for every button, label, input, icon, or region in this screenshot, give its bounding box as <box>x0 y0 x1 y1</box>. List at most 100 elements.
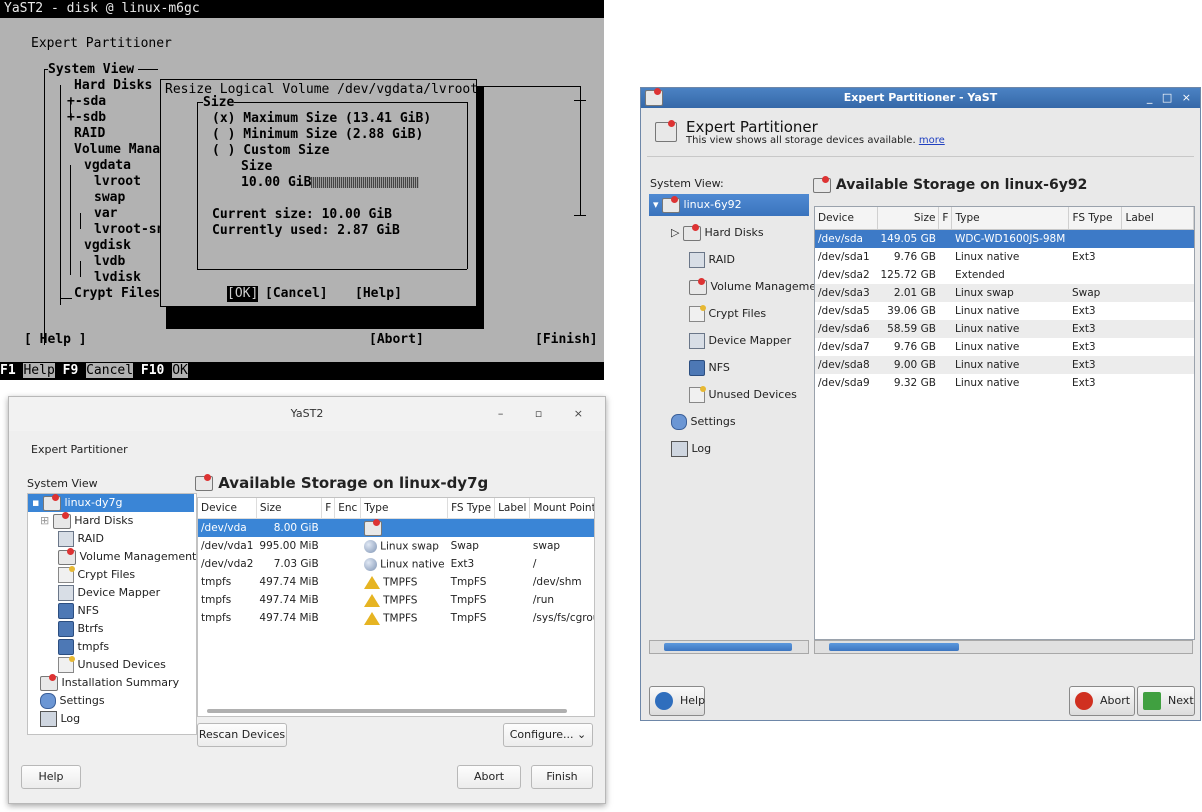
kde-abort-button[interactable]: Abort <box>1069 686 1135 716</box>
table-row[interactable]: /dev/vda 8.00 GiB <box>198 518 594 537</box>
tree-var[interactable]: var <box>94 206 117 222</box>
col-type[interactable]: Type <box>951 207 1070 230</box>
tree-sdb[interactable]: +-sdb <box>67 110 106 126</box>
window-controls[interactable]: _ □ × <box>1147 88 1194 108</box>
kde-help-button[interactable]: Help <box>649 686 705 716</box>
ok-button[interactable]: [OK] <box>227 286 259 302</box>
tree-device-mapper[interactable]: Device Mapper <box>689 330 791 352</box>
table-hscrollbar[interactable] <box>197 707 593 715</box>
configure-button[interactable]: Configure... ⌄ <box>503 723 593 747</box>
tree-volume[interactable]: Volume Mana <box>74 142 160 158</box>
gnome-device-table[interactable]: Device Size F Enc Type FS Type Label Mou… <box>197 497 595 717</box>
tree-crypt[interactable]: Crypt Files <box>74 286 160 302</box>
tree-hard-disks[interactable]: Hard Disks <box>74 78 152 94</box>
tree-log[interactable]: Log <box>671 438 711 460</box>
gnome-help-button[interactable]: Help <box>21 765 81 789</box>
tree-host[interactable]: ▪ linux-dy7g <box>28 493 194 512</box>
radio-min-size[interactable]: ( ) Minimum Size (2.88 GiB) <box>212 127 423 143</box>
col-device[interactable]: Device <box>815 207 878 230</box>
tree-hard-disks[interactable]: ▷ Hard Disks <box>671 222 764 244</box>
table-row[interactable]: /dev/sda7 9.76 GB Linux native Ext3 <box>815 338 1194 356</box>
tree-volume[interactable]: Volume Manageme <box>689 276 816 298</box>
tree-crypt[interactable]: Crypt Files <box>58 566 135 584</box>
tree-settings[interactable]: Settings <box>40 692 105 710</box>
col-size[interactable]: Size <box>877 207 940 230</box>
chevron-down-icon: ⌄ <box>577 728 587 741</box>
tree-lvroot[interactable]: lvroot <box>94 174 141 190</box>
tree-nfs[interactable]: NFS <box>58 602 99 620</box>
tree-lvdb[interactable]: lvdb <box>94 254 125 270</box>
tree-vgdata[interactable]: vgdata <box>84 158 131 174</box>
kde-next-button[interactable]: Next <box>1137 686 1195 716</box>
terminal-finish[interactable]: [Finish] <box>535 332 598 348</box>
window-controls[interactable]: – ▫ × <box>498 397 597 431</box>
radio-custom-size[interactable]: ( ) Custom Size <box>212 143 329 159</box>
f10-ok[interactable]: OK <box>172 363 188 378</box>
table-row[interactable]: /dev/sda1 9.76 GB Linux native Ext3 <box>815 248 1194 266</box>
col-label[interactable]: Label <box>494 498 531 519</box>
tree-unused[interactable]: Unused Devices <box>58 656 166 674</box>
tree-btrfs[interactable]: Btrfs <box>58 620 104 638</box>
tree-volume[interactable]: Volume Management <box>58 547 196 566</box>
tree-sda[interactable]: +-sda <box>67 94 106 110</box>
tree-settings[interactable]: Settings <box>671 411 736 433</box>
col-fs-type[interactable]: FS Type <box>447 498 496 519</box>
col-f[interactable]: F <box>938 207 953 230</box>
tree-lvroot-sn[interactable]: lvroot-sn <box>94 222 164 238</box>
tree-nfs[interactable]: NFS <box>689 357 730 379</box>
tree-vgdisk[interactable]: vgdisk <box>84 238 131 254</box>
tree-unused[interactable]: Unused Devices <box>689 384 797 406</box>
table-row[interactable]: /dev/sda8 9.00 GB Linux native Ext3 <box>815 356 1194 374</box>
cancel-button[interactable]: [Cancel] <box>265 286 328 302</box>
size-input[interactable]: 10.00 GiB <box>241 175 420 191</box>
kde-window: Expert Partitioner - YaST _ □ × Expert P… <box>640 87 1201 721</box>
tree-log[interactable]: Log <box>40 710 80 728</box>
col-device[interactable]: Device <box>198 498 257 519</box>
table-hscrollbar[interactable] <box>814 640 1193 654</box>
tree-crypt[interactable]: Crypt Files <box>689 303 766 325</box>
col-f[interactable]: F <box>321 498 336 519</box>
tree-raid[interactable]: RAID <box>689 249 735 271</box>
tree-hard-disks[interactable]: ⊞ Hard Disks <box>40 511 133 530</box>
table-row[interactable]: /dev/vda2 7.03 GiB Linux native Ext3/ <box>198 555 594 573</box>
terminal-help[interactable]: [ Help ] <box>24 332 87 348</box>
f1-help[interactable]: Help <box>23 363 55 378</box>
table-row[interactable]: /dev/sda6 58.59 GB Linux native Ext3 <box>815 320 1194 338</box>
col-fs-type[interactable]: FS Type <box>1068 207 1123 230</box>
table-row[interactable]: /dev/sda2 125.72 GB Extended <box>815 266 1194 284</box>
table-row[interactable]: /dev/sda5 39.06 GB Linux native Ext3 <box>815 302 1194 320</box>
table-row[interactable]: tmpfs 497.74 MiB TMPFS TmpFS/run <box>198 591 594 609</box>
kde-device-table[interactable]: Device Size F Type FS Type Label /dev/sd… <box>814 206 1195 640</box>
tree-installation-summary[interactable]: Installation Summary <box>40 673 179 692</box>
col-size[interactable]: Size <box>256 498 323 519</box>
tree-device-mapper[interactable]: Device Mapper <box>58 584 160 602</box>
table-row[interactable]: /dev/sda 149.05 GB WDC-WD1600JS-98M <box>815 229 1194 248</box>
radio-max-size[interactable]: (x) Maximum Size (13.41 GiB) <box>212 111 431 127</box>
rescan-devices-button[interactable]: Rescan Devices <box>197 723 287 747</box>
terminal-abort[interactable]: [Abort] <box>369 332 424 348</box>
col-enc[interactable]: Enc <box>334 498 362 519</box>
more-link[interactable]: more <box>919 135 945 146</box>
col-type[interactable]: Type <box>360 498 449 519</box>
tree-raid[interactable]: RAID <box>58 530 104 548</box>
tree-swap[interactable]: swap <box>94 190 125 206</box>
gnome-system-view-label: System View <box>27 477 98 490</box>
table-row[interactable]: tmpfs 497.74 MiB TMPFS TmpFS/sys/fs/cgrou <box>198 609 594 627</box>
f9-cancel[interactable]: Cancel <box>86 363 134 378</box>
tree-tmpfs[interactable]: tmpfs <box>58 638 109 656</box>
tree-host[interactable]: ▾ linux-6y92 <box>649 194 809 216</box>
tree-hscrollbar[interactable] <box>649 640 809 654</box>
tree-raid[interactable]: RAID <box>74 126 105 142</box>
help-button[interactable]: [Help] <box>355 286 402 302</box>
col-label[interactable]: Label <box>1121 207 1194 230</box>
table-row[interactable]: /dev/sda3 2.01 GB Linux swap Swap <box>815 284 1194 302</box>
table-row[interactable]: /dev/sda9 9.32 GB Linux native Ext3 <box>815 374 1194 392</box>
gnome-abort-button[interactable]: Abort <box>457 765 521 789</box>
gnome-finish-button[interactable]: Finish <box>531 765 593 789</box>
col-mount-point[interactable]: Mount Point <box>529 498 594 519</box>
unused-icon <box>689 386 706 403</box>
table-row[interactable]: /dev/vda1 995.00 MiB Linux swap Swap swap <box>198 537 594 555</box>
tree-lvdisk[interactable]: lvdisk <box>94 270 141 286</box>
current-size: Current size: 10.00 GiB <box>212 207 393 222</box>
table-row[interactable]: tmpfs 497.74 MiB TMPFS TmpFS/dev/shm <box>198 573 594 591</box>
